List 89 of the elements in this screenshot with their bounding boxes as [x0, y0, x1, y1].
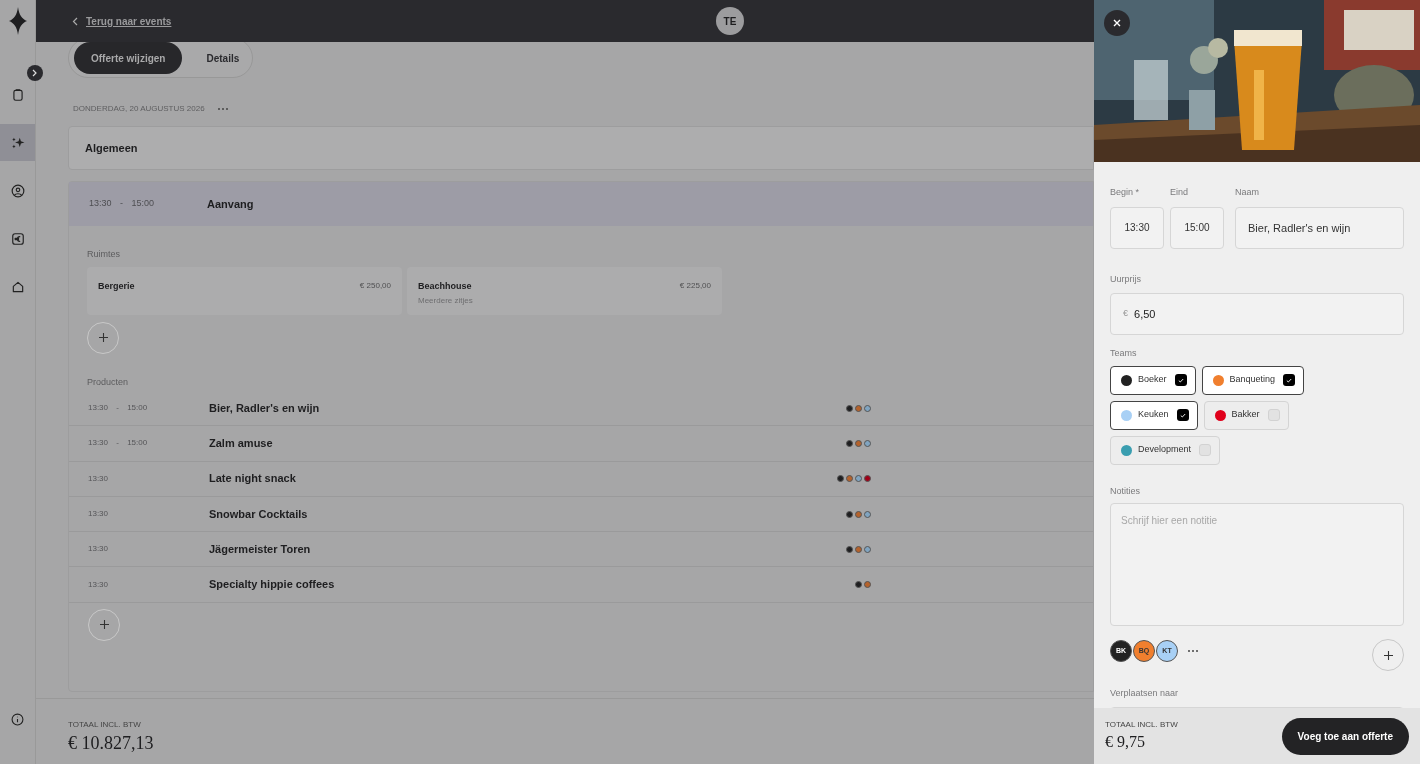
team-chip[interactable]: Bakker: [1203, 400, 1289, 430]
field-label: Notities: [1110, 484, 1141, 498]
team-chip[interactable]: Development: [1110, 435, 1221, 465]
home-icon: [10, 279, 25, 294]
product-time: 13:30: [88, 578, 110, 591]
notes-field[interactable]: Schrijf hier een notitie: [1110, 503, 1404, 626]
block-time: 13:30 - 15:00: [89, 197, 156, 211]
total-amount: € 9,75: [1105, 732, 1146, 752]
checkbox[interactable]: [1283, 374, 1296, 386]
checkbox[interactable]: [1176, 409, 1189, 421]
total-label: TOTAAL INCL. BTW: [1105, 719, 1178, 731]
product-time: 13:30 - 15:00: [88, 402, 149, 415]
room-price: € 250,00: [359, 279, 391, 292]
product-time: 13:30 - 15:00: [88, 437, 149, 450]
field-label: Verplaatsen naar: [1110, 687, 1180, 700]
total-label: TOTAAL INCL. BTW: [68, 719, 142, 731]
total-amount: € 10.827,13: [68, 732, 155, 755]
check-icon: [1286, 377, 1293, 383]
product-time: 13:30: [88, 543, 110, 556]
tab[interactable]: Details: [186, 42, 260, 74]
product-row[interactable]: 13:30 Snowbar Cocktails: [69, 496, 1093, 533]
product-name: Specialty hippie coffees: [209, 577, 336, 593]
room-card[interactable]: Beachhouse Meerdere zitjes € 225,00: [407, 266, 722, 315]
info-icon[interactable]: [11, 713, 24, 726]
block-header[interactable]: 13:30 - 15:00 Aanvang: [69, 182, 1093, 226]
tab[interactable]: Offerte wijzigen: [74, 42, 183, 74]
product-row[interactable]: 13:30 - 15:00 Zalm amuse: [69, 426, 1093, 462]
check-icon: [1177, 377, 1184, 383]
room-name: Beachhouse: [418, 279, 473, 293]
product-name: Bier, Radler's en wijn: [209, 400, 321, 416]
product-row[interactable]: 13:30 Jägermeister Toren: [69, 532, 1093, 568]
product-row[interactable]: 13:30 - 15:00 Bier, Radler's en wijn: [69, 391, 1093, 427]
expand-button[interactable]: [27, 65, 43, 81]
more-icon[interactable]: [216, 107, 229, 111]
products-label: Producten: [87, 375, 130, 389]
plus-icon: [99, 620, 109, 630]
user-avatar[interactable]: TE: [716, 7, 744, 35]
rooms-label: Ruimtes: [87, 248, 121, 261]
section-title: Algemeen: [85, 140, 138, 156]
team-name: Keuken: [1138, 408, 1169, 422]
product-name: Late night snack: [209, 471, 297, 487]
team-name: Banqueting: [1229, 373, 1276, 387]
clipboard-icon: [10, 87, 25, 102]
diamond-logo: [8, 7, 27, 35]
plus-icon: [98, 333, 108, 342]
checkbox[interactable]: [1199, 444, 1212, 456]
price-value: 6,50: [1134, 306, 1156, 322]
name-field[interactable]: Bier, Radler's en wijn: [1235, 206, 1404, 249]
currency-symbol: €: [1123, 307, 1128, 321]
checkbox[interactable]: [1267, 409, 1280, 421]
block-title: Aanvang: [207, 196, 254, 212]
room-card[interactable]: Bergerie € 250,00: [87, 266, 402, 315]
team-name: Development: [1138, 443, 1192, 457]
room-name: Bergerie: [98, 279, 135, 293]
team-chip[interactable]: Keuken: [1110, 400, 1198, 430]
field-label: Begin *: [1110, 186, 1141, 199]
field-label: Naam: [1235, 186, 1260, 199]
more-icon[interactable]: [1187, 649, 1199, 653]
field-label: Uurprijs: [1110, 272, 1142, 286]
team-chip[interactable]: Banqueting: [1201, 365, 1305, 395]
product-name: Snowbar Cocktails: [209, 506, 309, 522]
begin-field[interactable]: 13:30: [1110, 206, 1164, 249]
team-name: Bakker: [1231, 408, 1260, 422]
check-icon: [1179, 412, 1186, 418]
date-label: DONDERDAG, 20 AUGUSTUS 2026: [73, 103, 205, 115]
product-name: Zalm amuse: [209, 436, 274, 452]
product-time: 13:30: [88, 508, 110, 521]
user-icon: [10, 183, 25, 198]
product-name: Jägermeister Toren: [209, 542, 312, 558]
field-label: Eind: [1170, 186, 1189, 199]
field-label: Teams: [1110, 347, 1138, 360]
team-name: Boeker: [1138, 373, 1167, 387]
product-time: 13:30: [88, 472, 110, 485]
section-card[interactable]: Algemeen: [68, 126, 1094, 170]
close-icon: [1113, 19, 1121, 27]
room-price: € 225,00: [679, 279, 711, 292]
end-field[interactable]: 15:00: [1170, 206, 1224, 249]
product-row[interactable]: 13:30 Specialty hippie coffees: [69, 567, 1093, 603]
plus-icon: [1383, 650, 1393, 660]
chevron-left-icon: [72, 16, 78, 26]
price-field[interactable]: € 6,50: [1110, 293, 1404, 335]
back-link[interactable]: Terug naar events: [86, 13, 172, 29]
checkbox[interactable]: [1174, 374, 1187, 386]
product-row[interactable]: 13:30 Late night snack: [69, 461, 1093, 497]
team-chip[interactable]: Boeker: [1110, 365, 1196, 395]
chevron-right-icon: [32, 69, 38, 77]
room-note: Meerdere zitjes: [418, 295, 473, 307]
sparkles-icon: [10, 135, 25, 150]
add-to-quote-button[interactable]: Voeg toe aan offerte: [1281, 717, 1409, 755]
